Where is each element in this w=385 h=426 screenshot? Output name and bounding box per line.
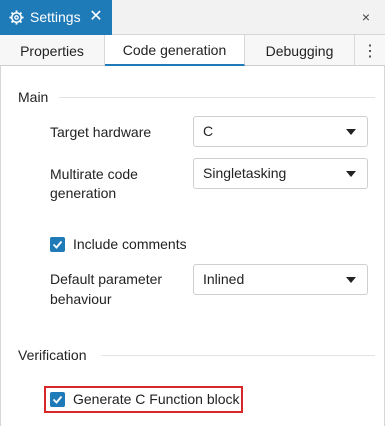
default-param-select[interactable]: Inlined: [193, 264, 368, 295]
section-title-main: Main: [18, 89, 49, 105]
chevron-down-icon: [346, 277, 356, 283]
default-param-label-line2: behaviour: [50, 291, 112, 307]
multirate-label-line2: generation: [50, 185, 117, 201]
section-divider: [59, 97, 375, 98]
default-param-label-line1: Default parameter: [50, 271, 163, 287]
settings-content: Main Target hardware C Multirate code ge…: [0, 66, 385, 426]
tab-debugging[interactable]: Debugging: [245, 35, 355, 66]
window-title: Settings: [30, 9, 81, 25]
settings-window-tab[interactable]: Settings ✕: [0, 0, 112, 35]
gear-icon: [9, 10, 24, 25]
chevron-down-icon: [346, 129, 356, 135]
tab-bar: Properties Code generation Debugging ⋮: [0, 35, 385, 66]
multirate-select[interactable]: Singletasking: [193, 158, 368, 189]
section-title-verification: Verification: [18, 347, 87, 363]
select-value: Singletasking: [203, 165, 287, 181]
select-value: C: [203, 123, 214, 139]
target-hardware-label: Target hardware: [50, 124, 152, 140]
checkmark-icon: [52, 240, 63, 249]
chevron-down-icon: [346, 171, 356, 177]
multirate-label-line1: Multirate code: [50, 166, 138, 182]
generate-c-function-block-checkbox[interactable]: [50, 392, 65, 407]
target-hardware-select[interactable]: C: [193, 116, 368, 147]
title-bar: Settings ✕ ×: [0, 0, 385, 35]
section-divider: [101, 355, 375, 356]
include-comments-checkbox[interactable]: [50, 237, 65, 252]
tab-label: Properties: [20, 42, 84, 59]
tab-label: Debugging: [265, 42, 334, 59]
tab-label: Code generation: [122, 41, 227, 58]
tab-properties[interactable]: Properties: [0, 35, 105, 66]
close-window-icon[interactable]: ×: [358, 9, 374, 25]
generate-c-function-block-label: Generate C Function block: [73, 391, 240, 407]
include-comments-label: Include comments: [73, 236, 187, 252]
checkmark-icon: [52, 395, 63, 404]
tab-code-generation[interactable]: Code generation: [105, 35, 245, 66]
close-tab-icon[interactable]: ✕: [88, 8, 104, 26]
select-value: Inlined: [203, 271, 245, 287]
more-tabs-icon[interactable]: ⋮: [355, 35, 385, 66]
